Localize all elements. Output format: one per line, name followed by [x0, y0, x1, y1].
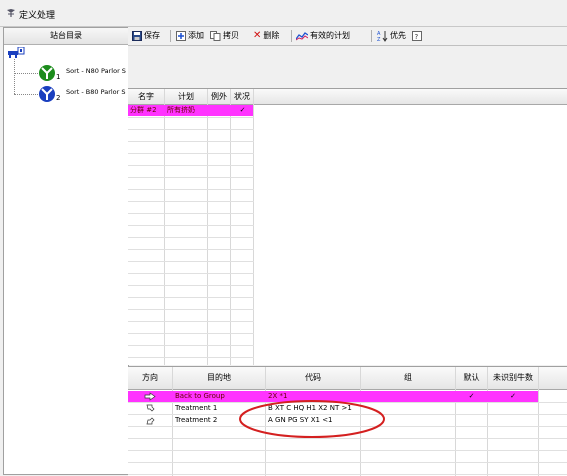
grid-line — [128, 414, 567, 415]
column-header-direction[interactable]: 方向 — [128, 367, 173, 390]
chart-line-icon — [296, 32, 308, 41]
grid-line — [128, 450, 567, 451]
window-icon — [7, 9, 15, 17]
cell-name: 分群 #2 — [130, 106, 157, 114]
grid-line — [128, 309, 254, 310]
grid-line — [128, 189, 254, 190]
grid-line — [128, 165, 254, 166]
cell-default-check: ✓ — [468, 392, 475, 400]
grid-line — [128, 117, 254, 118]
column-header-unidentified[interactable]: 未识别牛数 — [488, 367, 539, 390]
grid-line — [128, 201, 254, 202]
toolbar: 保存 添加 拷贝 ✕ 删除 有效的计划 A Z 优先 ? — [128, 27, 567, 46]
cell-code: A GN PG SY X1 <1 — [268, 416, 333, 424]
add-label: 添加 — [188, 31, 204, 40]
active-plan-label: 有效的计划 — [310, 31, 350, 40]
arrow-right-icon — [144, 392, 156, 401]
delete-label: 删除 — [263, 31, 280, 40]
svg-text:Z: Z — [377, 37, 381, 42]
cell-status-check: ✓ — [239, 106, 246, 114]
title-bar: 定义处理 — [0, 0, 567, 27]
grid-line — [128, 273, 254, 274]
cell-code: 2X *1 — [268, 392, 288, 400]
grid-line — [128, 261, 254, 262]
active-plan-button[interactable]: 有效的计划 — [296, 29, 350, 43]
column-header-code[interactable]: 代码 — [266, 367, 361, 390]
column-header-plan[interactable]: 计划 — [165, 89, 208, 105]
grid-line — [128, 285, 254, 286]
network-group-icon[interactable] — [7, 47, 25, 59]
arrow-diagonal-down-icon — [146, 417, 155, 425]
cell-unidentified-check: ✓ — [510, 392, 516, 400]
copy-icon — [210, 31, 221, 41]
add-icon — [176, 31, 186, 41]
sort-az-icon: A Z — [377, 31, 388, 42]
grid-line — [128, 357, 254, 358]
copy-button[interactable]: 拷贝 — [210, 29, 239, 43]
column-header-name[interactable]: 名字 — [128, 89, 165, 105]
cell-exception — [209, 105, 230, 116]
tree-node-index: 1 — [56, 73, 61, 81]
save-button[interactable]: 保存 — [132, 29, 160, 43]
help-icon: ? — [412, 31, 422, 41]
cell-group — [363, 391, 453, 402]
priority-button[interactable]: A Z 优先 — [377, 29, 406, 43]
add-button[interactable]: 添加 — [176, 29, 204, 43]
tree-node-index: 2 — [56, 94, 61, 102]
delete-x-icon: ✕ — [253, 30, 262, 41]
tree-node-label: Sort - N80 Parlor S — [66, 67, 126, 75]
delete-button[interactable]: ✕ 删除 — [253, 29, 279, 43]
grid-line — [128, 141, 254, 142]
grid-line — [128, 462, 567, 463]
upper-toolbar-spacer — [128, 46, 567, 88]
grid-line — [128, 153, 254, 154]
grid-line — [128, 402, 567, 403]
station-tree-header: 站台目录 — [4, 28, 128, 45]
column-header-exception[interactable]: 例外 — [208, 89, 231, 105]
grid-line — [128, 213, 254, 214]
cell-destination: Treatment 1 — [175, 404, 218, 412]
grid-line — [128, 297, 254, 298]
grid-line — [128, 237, 254, 238]
window-title: 定义处理 — [19, 11, 56, 21]
grid-line — [128, 129, 254, 130]
tree-node-label: Sort - B80 Parlor S — [66, 88, 126, 96]
arrow-diagonal-up-icon — [146, 404, 155, 412]
column-header-status[interactable]: 状况 — [231, 89, 254, 105]
help-button[interactable]: ? — [412, 29, 422, 43]
grid-line — [128, 345, 254, 346]
priority-label: 优先 — [390, 31, 406, 40]
grid-line — [128, 177, 254, 178]
group-plan-table[interactable]: 名字 计划 例外 状况 分群 #2 所有挤奶 ✓ — [128, 88, 567, 365]
grid-line — [128, 321, 254, 322]
column-header-group[interactable]: 组 — [361, 367, 456, 390]
floppy-disk-icon — [132, 31, 142, 41]
save-label: 保存 — [144, 31, 160, 40]
column-header-default[interactable]: 默认 — [456, 367, 488, 390]
grid-line — [128, 426, 567, 427]
cell-plan: 所有挤奶 — [167, 106, 195, 114]
grid-line — [128, 249, 254, 250]
grid-line — [128, 225, 254, 226]
grid-line — [128, 438, 567, 439]
grid-line — [128, 333, 254, 334]
destination-table[interactable]: 方向 目的地 代码 组 默认 未识别牛数 Back to Group 2X *1… — [128, 366, 567, 476]
cell-destination: Back to Group — [175, 392, 225, 400]
column-header-destination[interactable]: 目的地 — [173, 367, 266, 390]
tree-node-sort-n80[interactable]: 1 Sort - N80 Parlor S — [38, 64, 128, 82]
cell-code: B XT C HQ H1 X2 NT >1 — [268, 404, 352, 412]
station-tree-panel: 站台目录 1 Sort - N80 Parlor S 2 Sort - B80 … — [3, 27, 129, 475]
cell-destination: Treatment 2 — [175, 416, 218, 424]
copy-label: 拷贝 — [223, 31, 239, 40]
tree-node-sort-b80[interactable]: 2 Sort - B80 Parlor S — [38, 85, 128, 103]
svg-text:?: ? — [415, 33, 419, 41]
